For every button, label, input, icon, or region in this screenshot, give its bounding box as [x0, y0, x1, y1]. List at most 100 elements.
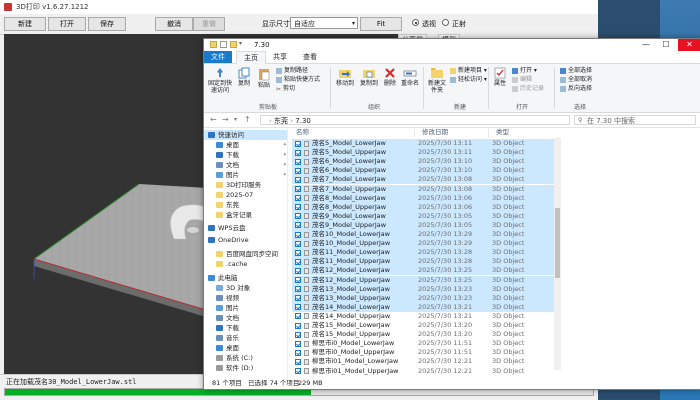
tab-share[interactable]: 共享: [266, 51, 294, 63]
nav-item[interactable]: 东莞: [216, 200, 287, 210]
select-none-button[interactable]: 全部取消: [560, 76, 592, 84]
breadcrumb-parent[interactable]: 东莞: [274, 117, 288, 125]
nav-item[interactable]: 3D打印服务: [216, 180, 287, 190]
new-folder-qa-icon[interactable]: [230, 41, 237, 48]
row-checkbox[interactable]: [295, 258, 301, 265]
row-checkbox[interactable]: [295, 158, 301, 165]
nav-item[interactable]: 下载: [216, 323, 287, 333]
tab-file[interactable]: 文件: [204, 51, 232, 63]
nav-item[interactable]: WPS云盘: [208, 223, 287, 233]
row-checkbox[interactable]: [295, 267, 301, 274]
display-size-select[interactable]: 自适应 ▾: [290, 17, 358, 29]
nav-item[interactable]: 图片 ✦: [216, 170, 287, 180]
forward-icon[interactable]: →: [222, 115, 229, 125]
copy-to-button[interactable]: 复制到: [358, 67, 380, 87]
row-checkbox[interactable]: [295, 186, 301, 192]
table-row[interactable]: 茂名7_Model_UpperJaw 2025/7/30 13:08 3D Obje…: [292, 184, 554, 194]
nav-item[interactable]: 盒牙记录: [216, 210, 287, 220]
row-checkbox[interactable]: [295, 295, 301, 302]
paste-button[interactable]: 粘贴: [256, 67, 272, 89]
minimize-icon[interactable]: —: [636, 39, 656, 51]
table-row[interactable]: 茂名13_Model_UpperJaw 2025/7/30 13:23 3D Obj…: [292, 293, 554, 303]
row-checkbox[interactable]: [295, 249, 301, 256]
history-button[interactable]: 历史记录: [512, 85, 544, 93]
new-button[interactable]: 新建: [4, 17, 46, 31]
close-icon[interactable]: ✕: [678, 39, 700, 51]
nav-item[interactable]: 2025-07: [216, 190, 287, 200]
tab-home[interactable]: 主页: [236, 51, 266, 65]
table-row[interactable]: 茂名11_Model_LowerJaw 2025/7/30 13:28 3D Obj…: [292, 248, 554, 258]
up-icon[interactable]: ↑: [244, 115, 251, 125]
table-row[interactable]: 柳思市i0_Model_UpperJaw 2025/7/30 11:51 3D Ob…: [292, 348, 554, 357]
row-checkbox[interactable]: [295, 277, 301, 283]
undo-button[interactable]: 撤消: [155, 17, 193, 31]
table-row[interactable]: 茂名9_Model_LowerJaw 2025/7/30 13:05 3D Obje…: [292, 211, 554, 221]
table-row[interactable]: 柳思市i0_Model_LowerJaw 2025/7/30 11:51 3D Ob…: [292, 339, 554, 348]
table-row[interactable]: 茂名15_Model_UpperJaw 2025/7/30 13:20 3D Obj…: [292, 330, 554, 339]
cut-button[interactable]: ✂ 剪切: [276, 85, 295, 93]
orthographic-radio[interactable]: [442, 19, 449, 26]
table-row[interactable]: 茂名9_Model_UpperJaw 2025/7/30 13:05 3D Obje…: [292, 220, 554, 230]
nav-item[interactable]: 图片: [216, 303, 287, 313]
row-checkbox[interactable]: [295, 304, 301, 311]
row-checkbox[interactable]: [295, 149, 301, 156]
row-checkbox[interactable]: [295, 195, 301, 202]
table-row[interactable]: 茂名13_Model_LowerJaw 2025/7/30 13:23 3D Obj…: [292, 284, 554, 294]
nav-item[interactable]: 桌面 ✦: [216, 140, 287, 150]
table-row[interactable]: 茂名7_Model_LowerJaw 2025/7/30 13:08 3D Obje…: [292, 175, 554, 185]
move-to-button[interactable]: 移动到: [334, 67, 356, 87]
table-row[interactable]: 茂名14_Model_LowerJaw 2025/7/30 13:21 3D Obj…: [292, 302, 554, 312]
easy-access-button[interactable]: 轻松访问 ▾: [450, 76, 487, 84]
row-checkbox[interactable]: [295, 322, 301, 329]
nav-item[interactable]: 视频: [216, 293, 287, 303]
table-row[interactable]: 茂名12_Model_LowerJaw 2025/7/30 13:25 3D Obj…: [292, 266, 554, 276]
vertical-scrollbar[interactable]: [554, 138, 561, 370]
table-row[interactable]: 茂名10_Model_LowerJaw 2025/7/30 13:29 3D Obj…: [292, 230, 554, 239]
row-checkbox[interactable]: [295, 340, 301, 347]
row-checkbox[interactable]: [295, 231, 301, 238]
column-header-date[interactable]: 修改日期: [422, 128, 448, 137]
copy-path-button[interactable]: 复制路径: [276, 67, 308, 75]
column-header-type[interactable]: 类型: [496, 128, 509, 137]
tab-view[interactable]: 查看: [296, 51, 324, 63]
table-row[interactable]: 茂名10_Model_UpperJaw 2025/7/30 13:29 3D Obj…: [292, 239, 554, 249]
row-checkbox[interactable]: [295, 240, 301, 247]
nav-item[interactable]: .cache: [216, 259, 287, 269]
row-checkbox[interactable]: [295, 222, 301, 229]
perspective-radio[interactable]: [412, 19, 419, 26]
row-checkbox[interactable]: [295, 286, 301, 293]
qa-dropdown-icon[interactable]: ▾: [239, 40, 242, 47]
address-box[interactable]: › 东莞 › 7.30: [260, 115, 570, 125]
nav-item[interactable]: 文档: [216, 313, 287, 323]
nav-item[interactable]: 3D 对象: [216, 283, 287, 293]
rename-button[interactable]: 重命名: [400, 67, 420, 87]
new-item-button[interactable]: 新建项目 ▾: [450, 67, 487, 75]
row-checkbox[interactable]: [295, 167, 301, 174]
nav-item[interactable]: 百度网盘同步空间: [216, 249, 287, 259]
nav-item[interactable]: OneDrive: [208, 235, 287, 245]
fit-button[interactable]: Fit: [360, 17, 402, 31]
row-checkbox[interactable]: [295, 140, 301, 147]
nav-item[interactable]: 下载 ✦: [216, 150, 287, 160]
table-row[interactable]: 茂名5_Model_LowerJaw 2025/7/30 13:11 3D Obje…: [292, 139, 554, 148]
table-row[interactable]: 茂名8_Model_LowerJaw 2025/7/30 13:06 3D Obje…: [292, 193, 554, 203]
table-row[interactable]: 茂名14_Model_UpperJaw 2025/7/30 13:21 3D Obj…: [292, 312, 554, 321]
delete-button[interactable]: 删除: [382, 67, 398, 87]
table-row[interactable]: 茂名6_Model_UpperJaw 2025/7/30 13:10 3D Obje…: [292, 166, 554, 176]
nav-item[interactable]: 软件 (D:): [216, 363, 287, 373]
new-folder-button[interactable]: 新建文件夹: [426, 67, 448, 94]
maximize-icon[interactable]: ☐: [656, 39, 676, 51]
select-all-button[interactable]: 全部选择: [560, 67, 592, 75]
row-checkbox[interactable]: [295, 349, 301, 356]
redo-button[interactable]: 重做: [193, 17, 225, 31]
table-row[interactable]: 茂名15_Model_LowerJaw 2025/7/30 13:20 3D Obj…: [292, 321, 554, 330]
nav-item[interactable]: 此电脑: [208, 273, 287, 283]
nav-item[interactable]: 系统 (C:): [216, 353, 287, 363]
table-row[interactable]: 茂名6_Model_LowerJaw 2025/7/30 13:10 3D Obje…: [292, 157, 554, 167]
open-button[interactable]: 打开: [48, 17, 86, 31]
nav-item[interactable]: 音乐: [216, 333, 287, 343]
edit-button[interactable]: 编辑: [512, 76, 532, 84]
scrollbar-thumb[interactable]: [555, 208, 560, 278]
row-checkbox[interactable]: [295, 176, 301, 183]
nav-item[interactable]: 文档 ✦: [216, 160, 287, 170]
